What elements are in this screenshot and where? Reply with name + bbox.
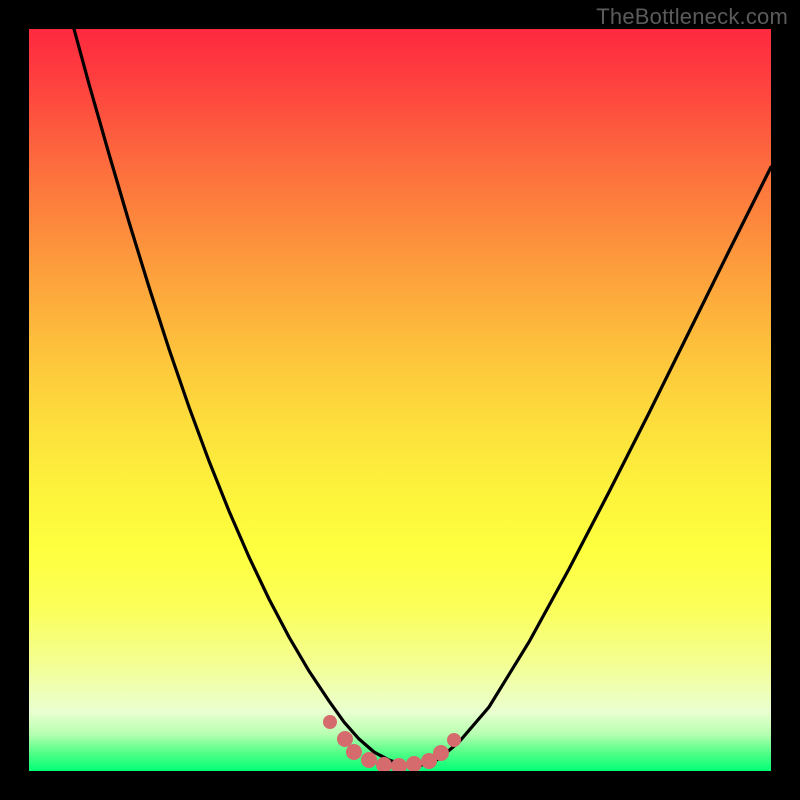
bottom-dot [337,731,353,747]
bottom-dot [361,752,377,768]
bottom-dot [346,744,362,760]
watermark-text: TheBottleneck.com [596,4,788,30]
bottleneck-curve [74,29,771,766]
chart-svg [29,29,771,771]
bottom-dots-group [323,715,461,771]
chart-plot-area [29,29,771,771]
bottom-dot [323,715,337,729]
bottom-dot [447,733,461,747]
bottom-dot [421,753,437,769]
bottom-dot [406,756,422,771]
bottom-dot [433,745,449,761]
bottom-dot [376,757,392,771]
bottom-dot [391,758,407,771]
